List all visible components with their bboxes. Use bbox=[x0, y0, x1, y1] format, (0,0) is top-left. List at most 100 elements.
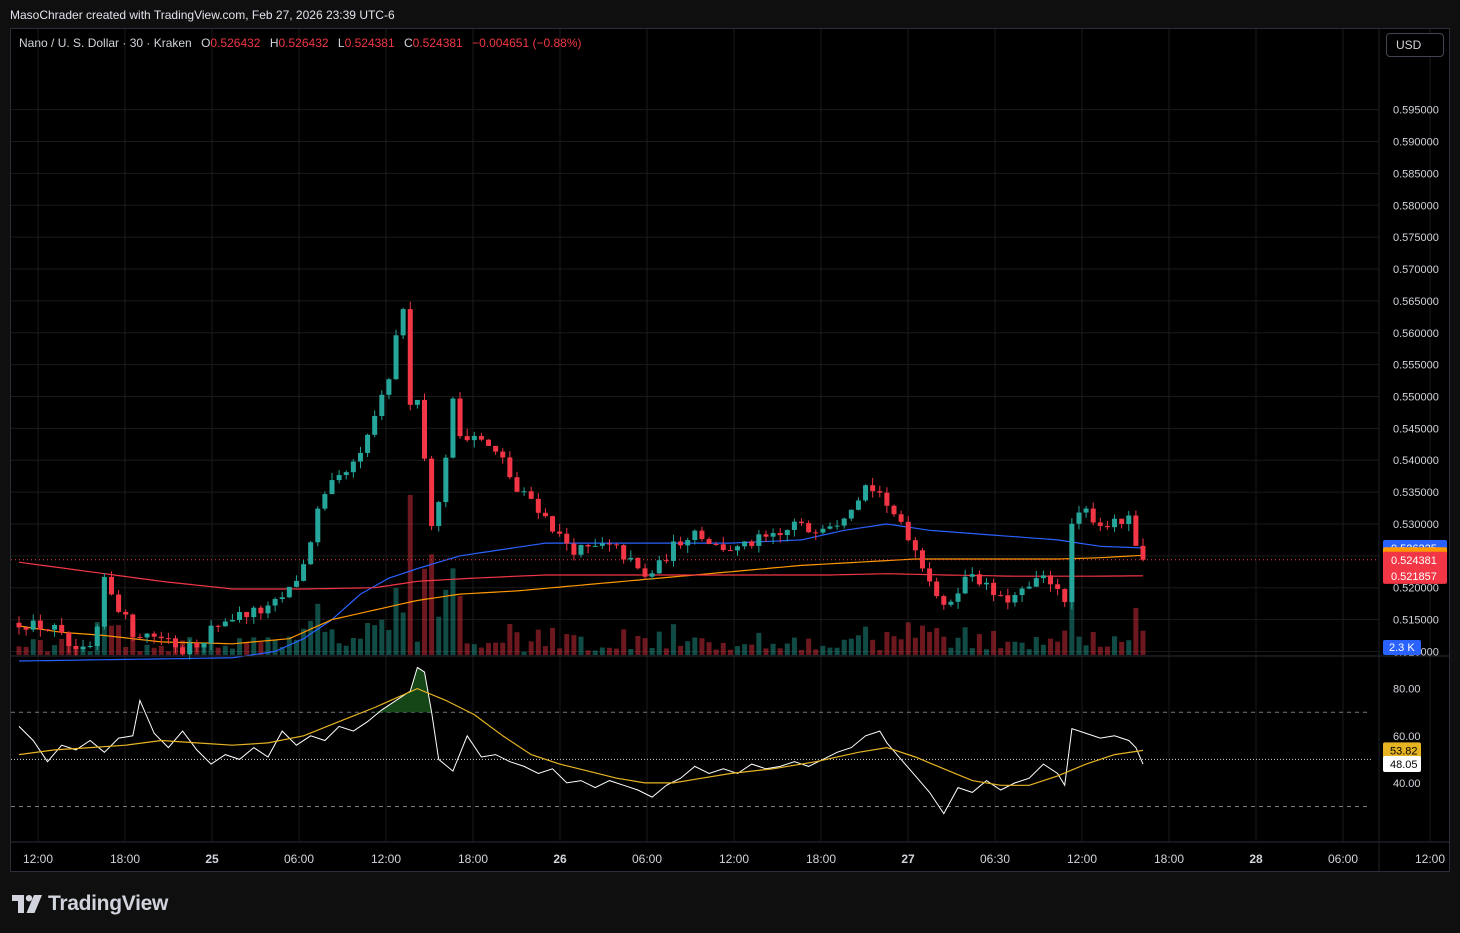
volume-bar bbox=[934, 628, 940, 655]
tradingview-logo: TradingView bbox=[12, 892, 169, 915]
volume-bar bbox=[1012, 641, 1018, 655]
volume-bar bbox=[165, 651, 171, 655]
chart-attribution: MasoChrader created with TradingView.com… bbox=[10, 8, 395, 22]
volume-bar bbox=[678, 645, 684, 655]
chart-canvas[interactable]: 0.595000 0.590000 0.585000 0.580000 0.575000… bbox=[11, 29, 1449, 871]
time-tick-label: 26 bbox=[553, 852, 567, 866]
volume-bar bbox=[706, 642, 712, 655]
volume-bar bbox=[1062, 630, 1068, 655]
volume-bar bbox=[308, 620, 314, 655]
volume-bar bbox=[215, 647, 221, 655]
candle-body bbox=[642, 568, 648, 577]
volume-bar bbox=[998, 648, 1004, 655]
volume-bar bbox=[564, 634, 570, 655]
candle-body bbox=[592, 545, 598, 547]
candle-body bbox=[1140, 545, 1146, 560]
candle-body bbox=[301, 564, 307, 581]
price-tick-label: 0.535000 bbox=[1393, 487, 1439, 499]
volume-bar bbox=[158, 645, 164, 655]
volume-bar bbox=[1055, 641, 1061, 655]
volume-bar bbox=[222, 645, 228, 655]
volume-bar bbox=[827, 647, 833, 655]
grid bbox=[11, 29, 1431, 841]
volume-bar bbox=[521, 651, 527, 655]
volume-bar bbox=[108, 625, 114, 655]
candle-body bbox=[720, 544, 726, 551]
currency-button[interactable]: USD bbox=[1386, 33, 1444, 57]
rsi-tick-label: 80.00 bbox=[1393, 684, 1421, 696]
time-tick-label: 27 bbox=[901, 852, 915, 866]
price-tick-label: 0.570000 bbox=[1393, 264, 1439, 276]
volume-bar bbox=[571, 635, 577, 655]
volume-bar bbox=[777, 648, 783, 655]
candle-body bbox=[535, 498, 541, 513]
candle-body bbox=[1133, 515, 1139, 546]
low-label: L bbox=[337, 36, 345, 50]
volume-bar bbox=[578, 636, 584, 655]
volume-bar bbox=[372, 625, 378, 655]
candle-body bbox=[919, 550, 925, 569]
candle-body bbox=[912, 540, 918, 551]
brand-name: TradingView bbox=[48, 892, 169, 915]
candle-body bbox=[272, 599, 278, 606]
candle-body bbox=[201, 643, 207, 648]
candle-body bbox=[628, 557, 634, 560]
candle-body bbox=[806, 523, 812, 533]
price-tick-label: 0.530000 bbox=[1393, 519, 1439, 531]
volume-bar bbox=[642, 638, 648, 655]
candle-body bbox=[279, 597, 285, 600]
candle-body bbox=[66, 632, 72, 646]
candle-body bbox=[713, 543, 719, 545]
volume-bar bbox=[1040, 644, 1046, 655]
volume-bar bbox=[834, 647, 840, 655]
candle-body bbox=[44, 629, 50, 631]
volume-bar bbox=[336, 643, 342, 655]
price-tick-label: 0.515000 bbox=[1393, 615, 1439, 627]
volume-bar bbox=[322, 631, 328, 655]
volume-bar bbox=[507, 624, 513, 655]
candle-body bbox=[670, 541, 676, 561]
volume-bar bbox=[87, 651, 93, 655]
volume-bar bbox=[692, 637, 698, 655]
volume-bar bbox=[770, 643, 776, 655]
volume-bar bbox=[123, 647, 129, 655]
volume-bar bbox=[1097, 646, 1103, 655]
candle-body bbox=[52, 624, 58, 630]
candle-body bbox=[941, 596, 947, 605]
candle-body bbox=[542, 512, 548, 517]
volume-bar bbox=[799, 649, 805, 655]
volume-bar bbox=[350, 637, 356, 655]
candle-body bbox=[1040, 575, 1046, 579]
candle-body bbox=[244, 612, 250, 618]
candle-body bbox=[229, 620, 235, 622]
volume-bar bbox=[955, 637, 961, 655]
candle-body bbox=[16, 622, 22, 628]
candle-body bbox=[706, 539, 712, 544]
candle-body bbox=[699, 530, 705, 540]
candle-body bbox=[791, 521, 797, 530]
rsi-ma-value-text: 53.82 bbox=[1390, 745, 1418, 757]
volume-bar bbox=[550, 627, 556, 655]
candle-body bbox=[870, 485, 876, 492]
volume-bar bbox=[1112, 636, 1118, 655]
volume-bar bbox=[685, 641, 691, 655]
candle-body bbox=[194, 642, 200, 648]
volume-bar bbox=[806, 638, 812, 655]
rsi-tick-label: 60.00 bbox=[1393, 731, 1421, 743]
candle-body bbox=[756, 534, 762, 546]
volume-bar bbox=[877, 650, 883, 655]
volume-bar bbox=[1083, 645, 1089, 655]
time-tick-label: 28 bbox=[1249, 852, 1263, 866]
candle-body bbox=[1083, 508, 1089, 513]
volume-bar bbox=[855, 635, 861, 655]
candle-body bbox=[727, 550, 733, 552]
volume-bar bbox=[343, 645, 349, 655]
volume-bar bbox=[656, 631, 662, 655]
volume-bar bbox=[649, 647, 655, 655]
volume-bar bbox=[1126, 640, 1132, 655]
candle-body bbox=[443, 457, 449, 503]
volume-bar bbox=[443, 589, 449, 655]
rsi-tick-label: 40.00 bbox=[1393, 778, 1421, 790]
candle-body bbox=[486, 439, 492, 446]
candle-body bbox=[621, 545, 627, 560]
